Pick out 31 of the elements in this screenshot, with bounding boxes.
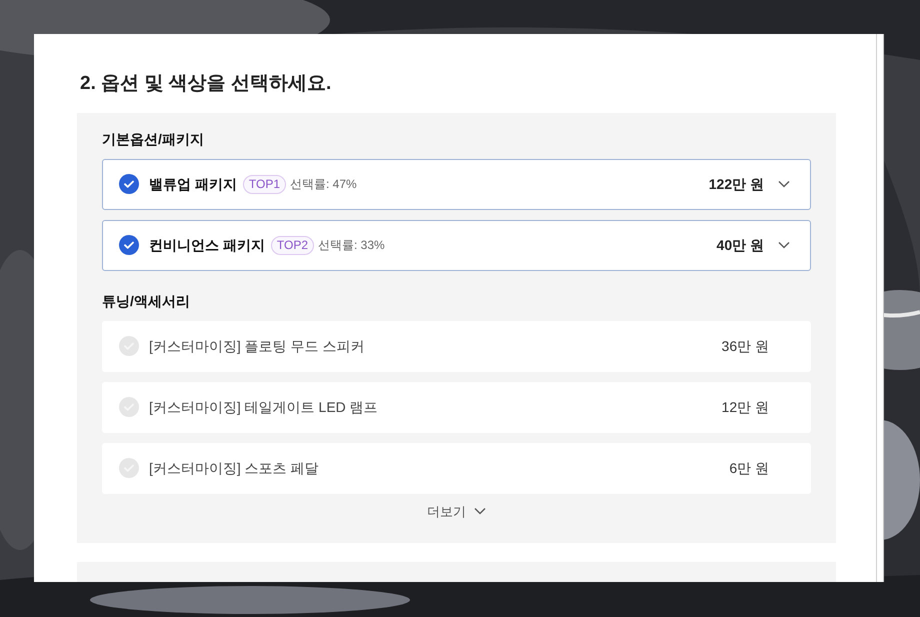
selection-rate: 선택률: 33%: [318, 237, 385, 254]
option-price: 6만 원: [729, 458, 769, 478]
option-name: 컨비니언스 패키지: [149, 236, 265, 254]
chevron-down-icon: [778, 180, 790, 188]
check-icon[interactable]: [119, 458, 139, 478]
option-row[interactable]: [커스터마이징] 테일게이트 LED 램프 12만 원: [102, 382, 811, 432]
option-name: [커스터마이징] 플로팅 무드 스피커: [149, 336, 364, 356]
option-price: 36만 원: [722, 336, 769, 356]
option-name: [커스터마이징] 스포츠 페달: [149, 458, 319, 478]
check-icon[interactable]: [119, 397, 139, 417]
option-price: 40만 원: [716, 236, 764, 254]
chevron-down-icon: [474, 507, 486, 516]
option-row[interactable]: [커스터마이징] 플로팅 무드 스피커 36만 원: [102, 320, 811, 372]
option-name: 밸류업 패키지: [149, 174, 237, 194]
section-title: 기본옵션/패키지: [102, 130, 205, 148]
option-row[interactable]: 컨비니언스 패키지 TOP2 선택률: 33% 40만 원: [102, 220, 811, 270]
section-title: 튜닝/액세서리: [102, 292, 191, 310]
option-row[interactable]: [커스터마이징] 스포츠 페달 6만 원: [102, 442, 811, 494]
option-row[interactable]: 밸류업 패키지 TOP1 선택률: 47% 122만 원: [102, 158, 811, 210]
rank-tag: TOP2: [270, 236, 314, 254]
chevron-down-icon: [778, 241, 790, 249]
option-price: 122만 원: [708, 174, 764, 194]
more-button[interactable]: 더보기: [427, 502, 486, 521]
check-icon[interactable]: [119, 235, 139, 255]
selection-rate: 선택률: 47%: [290, 176, 357, 193]
check-icon[interactable]: [119, 174, 139, 194]
check-icon[interactable]: [119, 336, 139, 356]
step-heading: 2. 옵션 및 색상을 선택하세요.: [80, 72, 332, 96]
option-name: [커스터마이징] 테일게이트 LED 램프: [149, 398, 378, 417]
option-price: 12만 원: [722, 398, 769, 416]
rank-tag: TOP1: [242, 174, 286, 194]
